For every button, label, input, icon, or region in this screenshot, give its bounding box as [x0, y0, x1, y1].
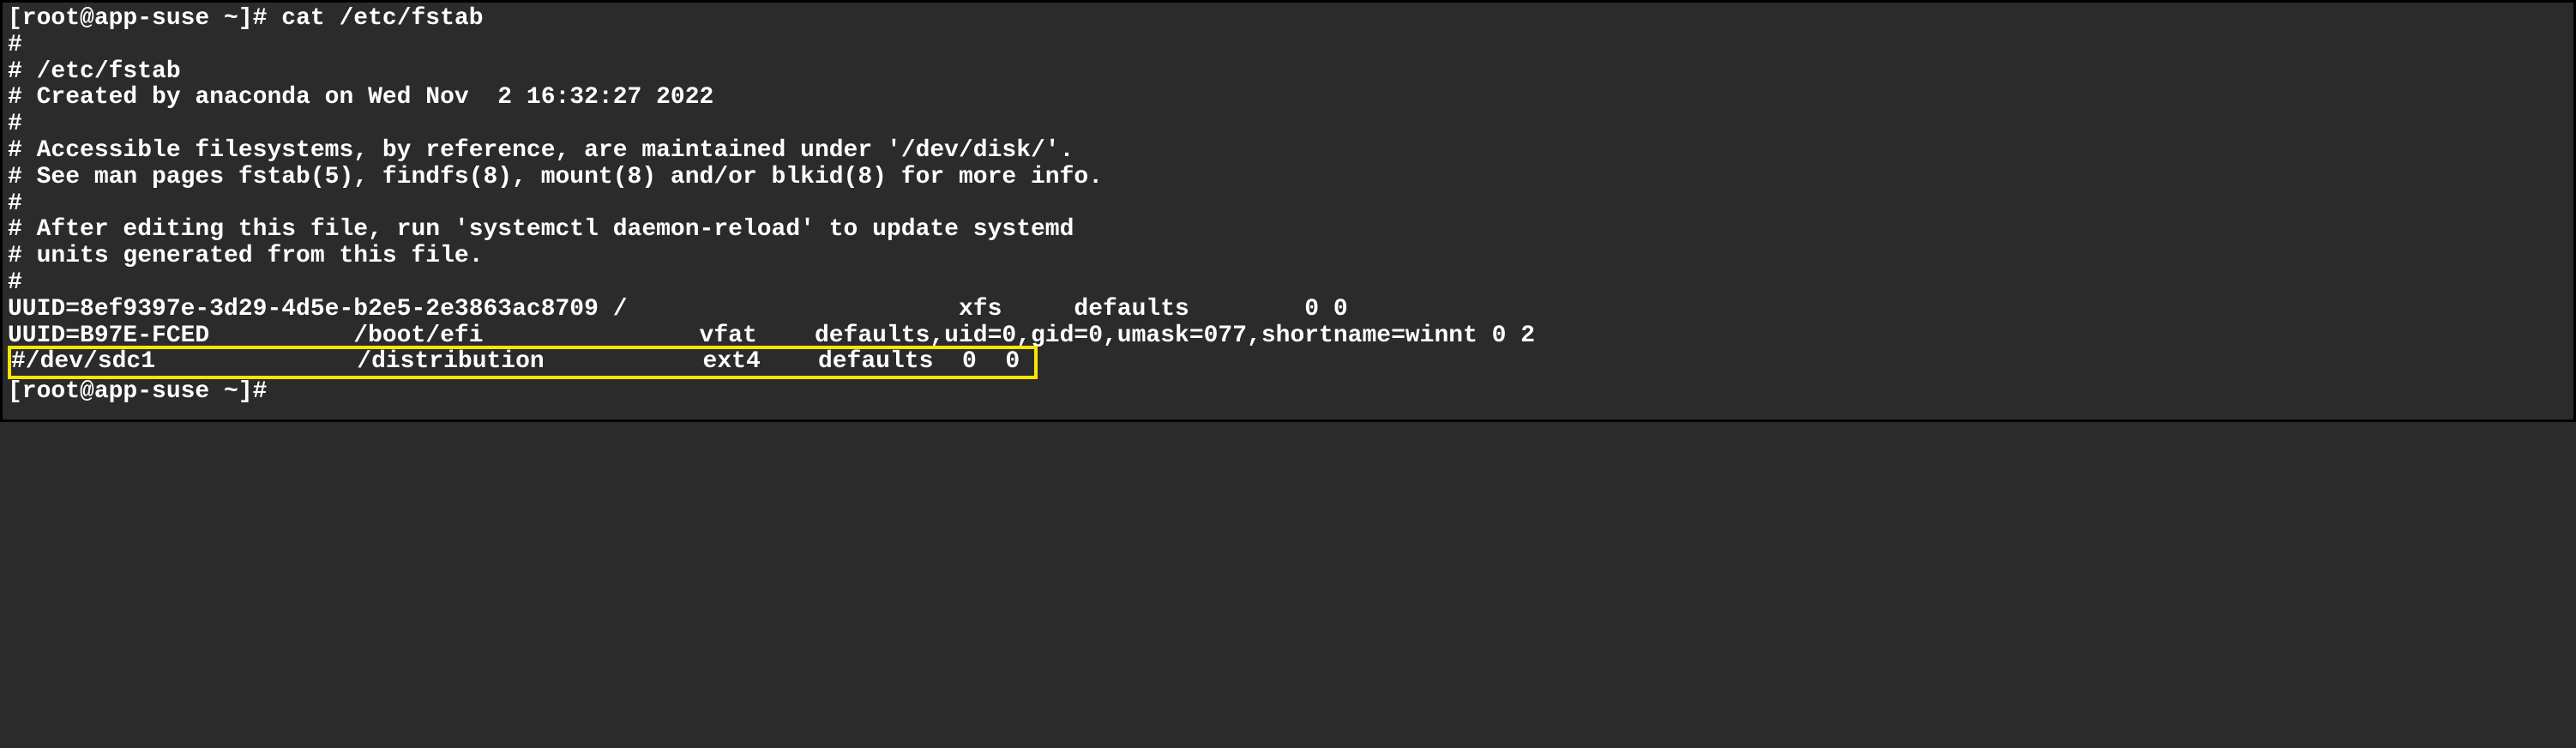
prompt-line-empty[interactable]: [root@app-suse ~]# — [8, 379, 2568, 406]
fstab-entry-highlighted: #/dev/sdc1 /distribution ext4 defaults 0… — [8, 346, 1038, 379]
output-line: # — [8, 191, 2568, 218]
output-line: # — [8, 112, 2568, 138]
command-text: cat /etc/fstab — [281, 5, 483, 32]
output-line: # Accessible filesystems, by reference, … — [8, 138, 2568, 165]
output-line: # See man pages fstab(5), findfs(8), mou… — [8, 165, 2568, 191]
output-line: # Created by anaconda on Wed Nov 2 16:32… — [8, 85, 2568, 112]
output-line: # — [8, 33, 2568, 59]
shell-prompt: [root@app-suse ~]# — [8, 378, 267, 405]
prompt-line: [root@app-suse ~]# cat /etc/fstab — [8, 6, 2568, 33]
output-line: # /etc/fstab — [8, 59, 2568, 86]
terminal-window[interactable]: [root@app-suse ~]# cat /etc/fstab # # /e… — [0, 0, 2576, 422]
output-line: # — [8, 270, 2568, 297]
shell-prompt: [root@app-suse ~]# — [8, 5, 281, 32]
fstab-entry: UUID=8ef9397e-3d29-4d5e-b2e5-2e3863ac870… — [8, 297, 2568, 323]
output-line: # units generated from this file. — [8, 244, 2568, 270]
output-line: # After editing this file, run 'systemct… — [8, 217, 2568, 244]
